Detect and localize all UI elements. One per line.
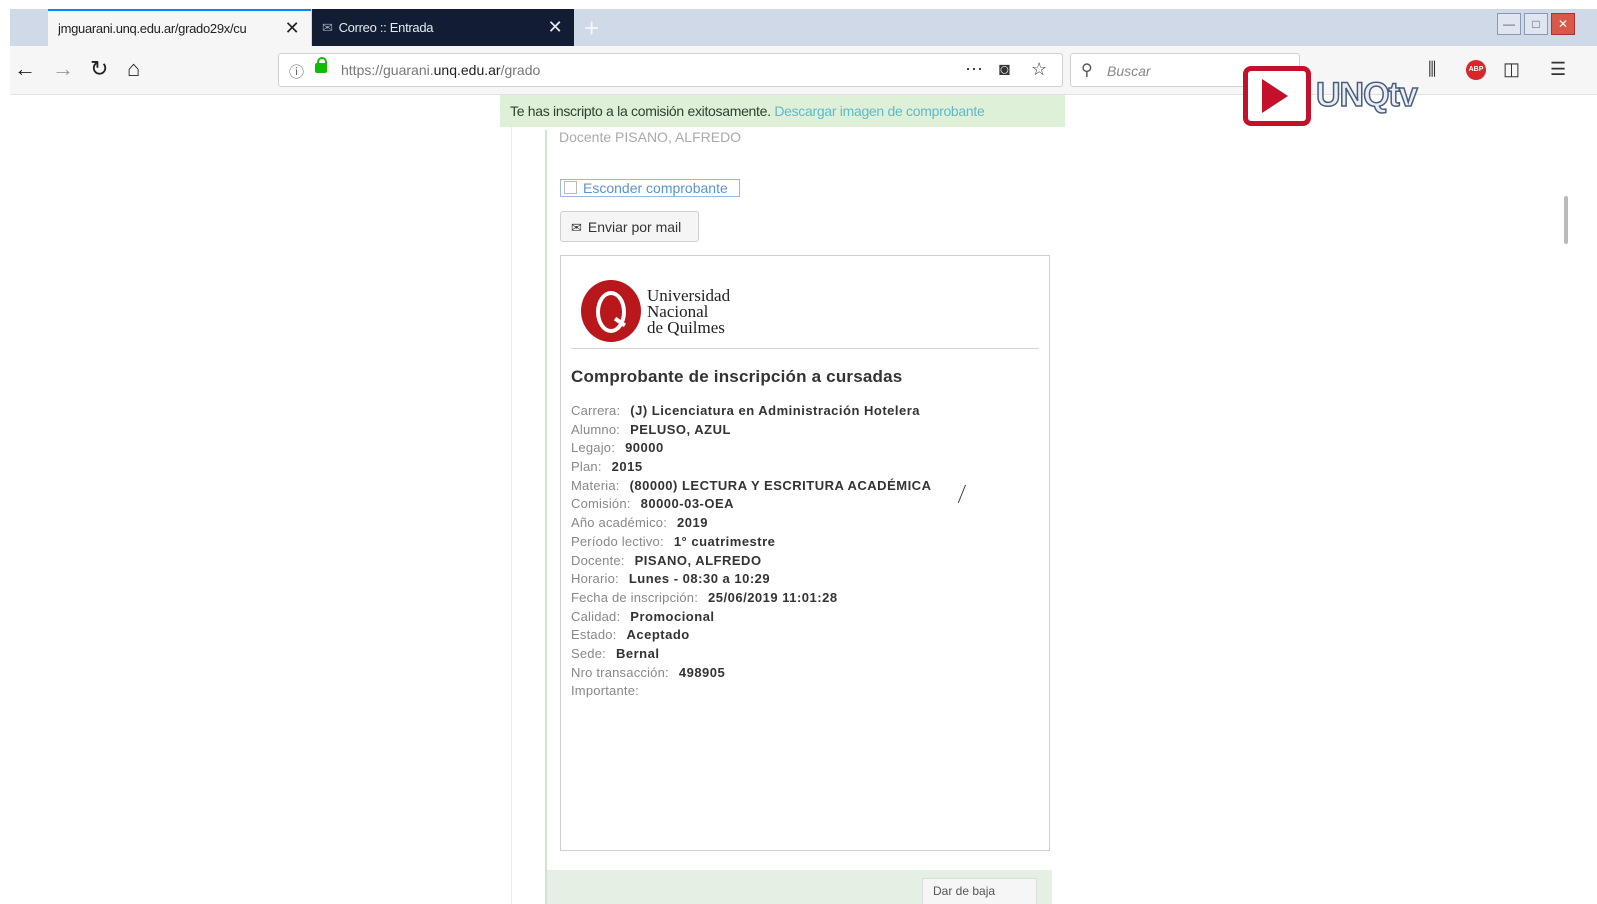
back-icon[interactable]: ←	[14, 56, 36, 82]
search-placeholder: Buscar	[1107, 63, 1151, 79]
field-value: Lunes - 08:30 a 10:29	[628, 571, 771, 587]
field-label: Nro transacción:	[571, 664, 669, 680]
field-value: Aceptado	[626, 627, 690, 643]
receipt-divider	[571, 348, 1039, 349]
field-value: Bernal	[615, 645, 660, 661]
tab-title: jmguarani.unq.edu.ar/grado29x/cu	[58, 21, 247, 36]
mail-icon: ✉	[322, 19, 333, 35]
field-legajo: Legajo: 90000	[571, 439, 1041, 458]
field-periodo-lectivo: Período lectivo: 1° cuatrimestre	[571, 533, 1041, 552]
field-label: Carrera:	[571, 403, 621, 418]
field-label: Estado:	[571, 627, 617, 643]
mouse-cursor-icon	[966, 486, 980, 504]
url-text[interactable]: https://guarani.unq.edu.ar/grado	[341, 62, 540, 78]
field-label: Alumno:	[571, 421, 621, 437]
reload-icon[interactable]: ↻	[90, 56, 108, 82]
field-value: 2019	[677, 515, 708, 531]
field-value: 2015	[611, 459, 643, 475]
hide-receipt-link[interactable]: Esconder comprobante	[560, 179, 740, 197]
close-icon[interactable]: ✕	[546, 17, 564, 38]
field-importante: Importante:	[571, 682, 1041, 701]
field-label: Horario:	[571, 571, 619, 587]
field-label: Comisión:	[571, 496, 631, 512]
field-value: 90000	[625, 440, 664, 456]
success-message: Te has inscripto a la comisión exitosame…	[500, 95, 1065, 127]
field-value: (80000) LECTURA Y ESCRITURA ACADÉMICA	[629, 477, 932, 493]
hide-receipt-label: Esconder comprobante	[583, 180, 728, 196]
send-email-button[interactable]: ✉ Enviar por mail	[560, 211, 699, 242]
field-horario: Horario: Lunes - 08:30 a 10:29	[571, 570, 1041, 589]
close-icon[interactable]: ✕	[283, 18, 301, 39]
info-icon[interactable]: ⓘ	[289, 61, 304, 82]
unqtv-play-logo-icon	[1243, 66, 1311, 126]
send-email-label: Enviar por mail	[587, 219, 682, 235]
field-anio-academico: Año académico: 2019	[571, 514, 1041, 533]
sidebar-icon[interactable]: ◫	[1503, 58, 1520, 80]
field-label: Período lectivo:	[571, 533, 664, 549]
scrollbar-thumb[interactable]	[1564, 196, 1568, 244]
field-label: Importante:	[571, 683, 639, 699]
enrollment-receipt: Universidad Nacional de Quilmes Comproba…	[560, 255, 1050, 851]
university-logo-icon	[581, 280, 641, 342]
field-plan: Plan: 2015	[571, 458, 1041, 477]
tab-bar: jmguarani.unq.edu.ar/grado29x/cu ✕ ✉ Cor…	[10, 9, 1597, 46]
field-alumno: Alumno: PELUSO, AZUL	[571, 421, 1041, 440]
bookmark-star-icon[interactable]: ☆	[1031, 59, 1047, 80]
field-label: Docente:	[571, 552, 625, 568]
field-value: Promocional	[630, 608, 715, 624]
unqtv-watermark: UNQtv	[1315, 75, 1418, 115]
field-label: Sede:	[571, 645, 606, 661]
receipt-title: Comprobante de inscripción a cursadas	[571, 367, 903, 386]
url-bar[interactable]: ⓘ https://guarani.unq.edu.ar/grado ⋯ ◙ ☆	[278, 53, 1063, 87]
menu-icon[interactable]: ☰	[1550, 58, 1566, 80]
download-receipt-link[interactable]: Descargar imagen de comprobante	[774, 103, 984, 119]
new-tab-button[interactable]: +	[584, 13, 599, 44]
field-value: 1° cuatrimestre	[673, 533, 776, 549]
field-label: Materia:	[571, 477, 620, 493]
more-icon[interactable]: ⋯	[965, 59, 983, 80]
field-label: Calidad:	[571, 608, 621, 624]
university-name: Universidad Nacional de Quilmes	[647, 287, 777, 337]
lock-icon[interactable]	[315, 57, 327, 73]
tab-guarani[interactable]: jmguarani.unq.edu.ar/grado29x/cu ✕	[48, 9, 311, 46]
field-estado: Estado: Aceptado	[571, 626, 1041, 645]
success-text: Te has inscripto a la comisión exitosame…	[510, 103, 771, 119]
field-docente: Docente: PISANO, ALFREDO	[571, 552, 1041, 571]
pocket-icon[interactable]: ◙	[999, 59, 1010, 80]
university-name-line: de Quilmes	[647, 318, 725, 337]
field-label: Plan:	[571, 459, 602, 475]
unenroll-label: Dar de baja	[933, 884, 996, 898]
field-carrera: Carrera: (J) Licenciatura en Administraci…	[571, 402, 1041, 421]
field-value: (J) Licenciatura en Administración Hotel…	[630, 403, 921, 418]
field-nro-transaccion: Nro transacción: 498905	[571, 664, 1041, 683]
home-icon[interactable]: ⌂	[127, 56, 140, 82]
search-icon: ⚲	[1081, 62, 1093, 79]
field-calidad: Calidad: Promocional	[571, 608, 1041, 627]
tab-correo[interactable]: ✉ Correo :: Entrada ✕	[312, 9, 574, 46]
forward-icon[interactable]: →	[52, 56, 74, 82]
field-label: Año académico:	[571, 515, 668, 531]
field-value: PISANO, ALFREDO	[634, 552, 762, 568]
maximize-icon[interactable]: □	[1524, 13, 1548, 35]
adblock-icon[interactable]: ABP	[1466, 60, 1486, 80]
page-divider	[511, 95, 512, 904]
panel-border	[545, 130, 547, 904]
field-value: 25/06/2019 11:01:28	[708, 589, 838, 605]
window-close-icon[interactable]: ✕	[1551, 13, 1575, 35]
field-sede: Sede: Bernal	[571, 645, 1041, 664]
tab-title: Correo :: Entrada	[338, 20, 434, 35]
field-value: PELUSO, AZUL	[630, 421, 731, 437]
docente-preview: Docente PISANO, ALFREDO	[559, 129, 742, 145]
field-value: 80000-03-OEA	[640, 496, 735, 512]
receipt-fields: Carrera: (J) Licenciatura en Administraci…	[571, 402, 1041, 701]
library-icon[interactable]: ⫼	[1428, 58, 1436, 80]
field-label: Legajo:	[571, 440, 616, 456]
receipt-icon	[564, 181, 577, 194]
field-fecha-inscripcion: Fecha de inscripción: 25/06/2019 11:01:28	[571, 589, 1041, 608]
field-value: 498905	[678, 664, 726, 680]
unenroll-button[interactable]: Dar de baja	[922, 878, 1037, 904]
field-label: Fecha de inscripción:	[571, 589, 699, 605]
minimize-icon[interactable]: —	[1497, 13, 1521, 35]
envelope-icon: ✉	[571, 220, 582, 235]
